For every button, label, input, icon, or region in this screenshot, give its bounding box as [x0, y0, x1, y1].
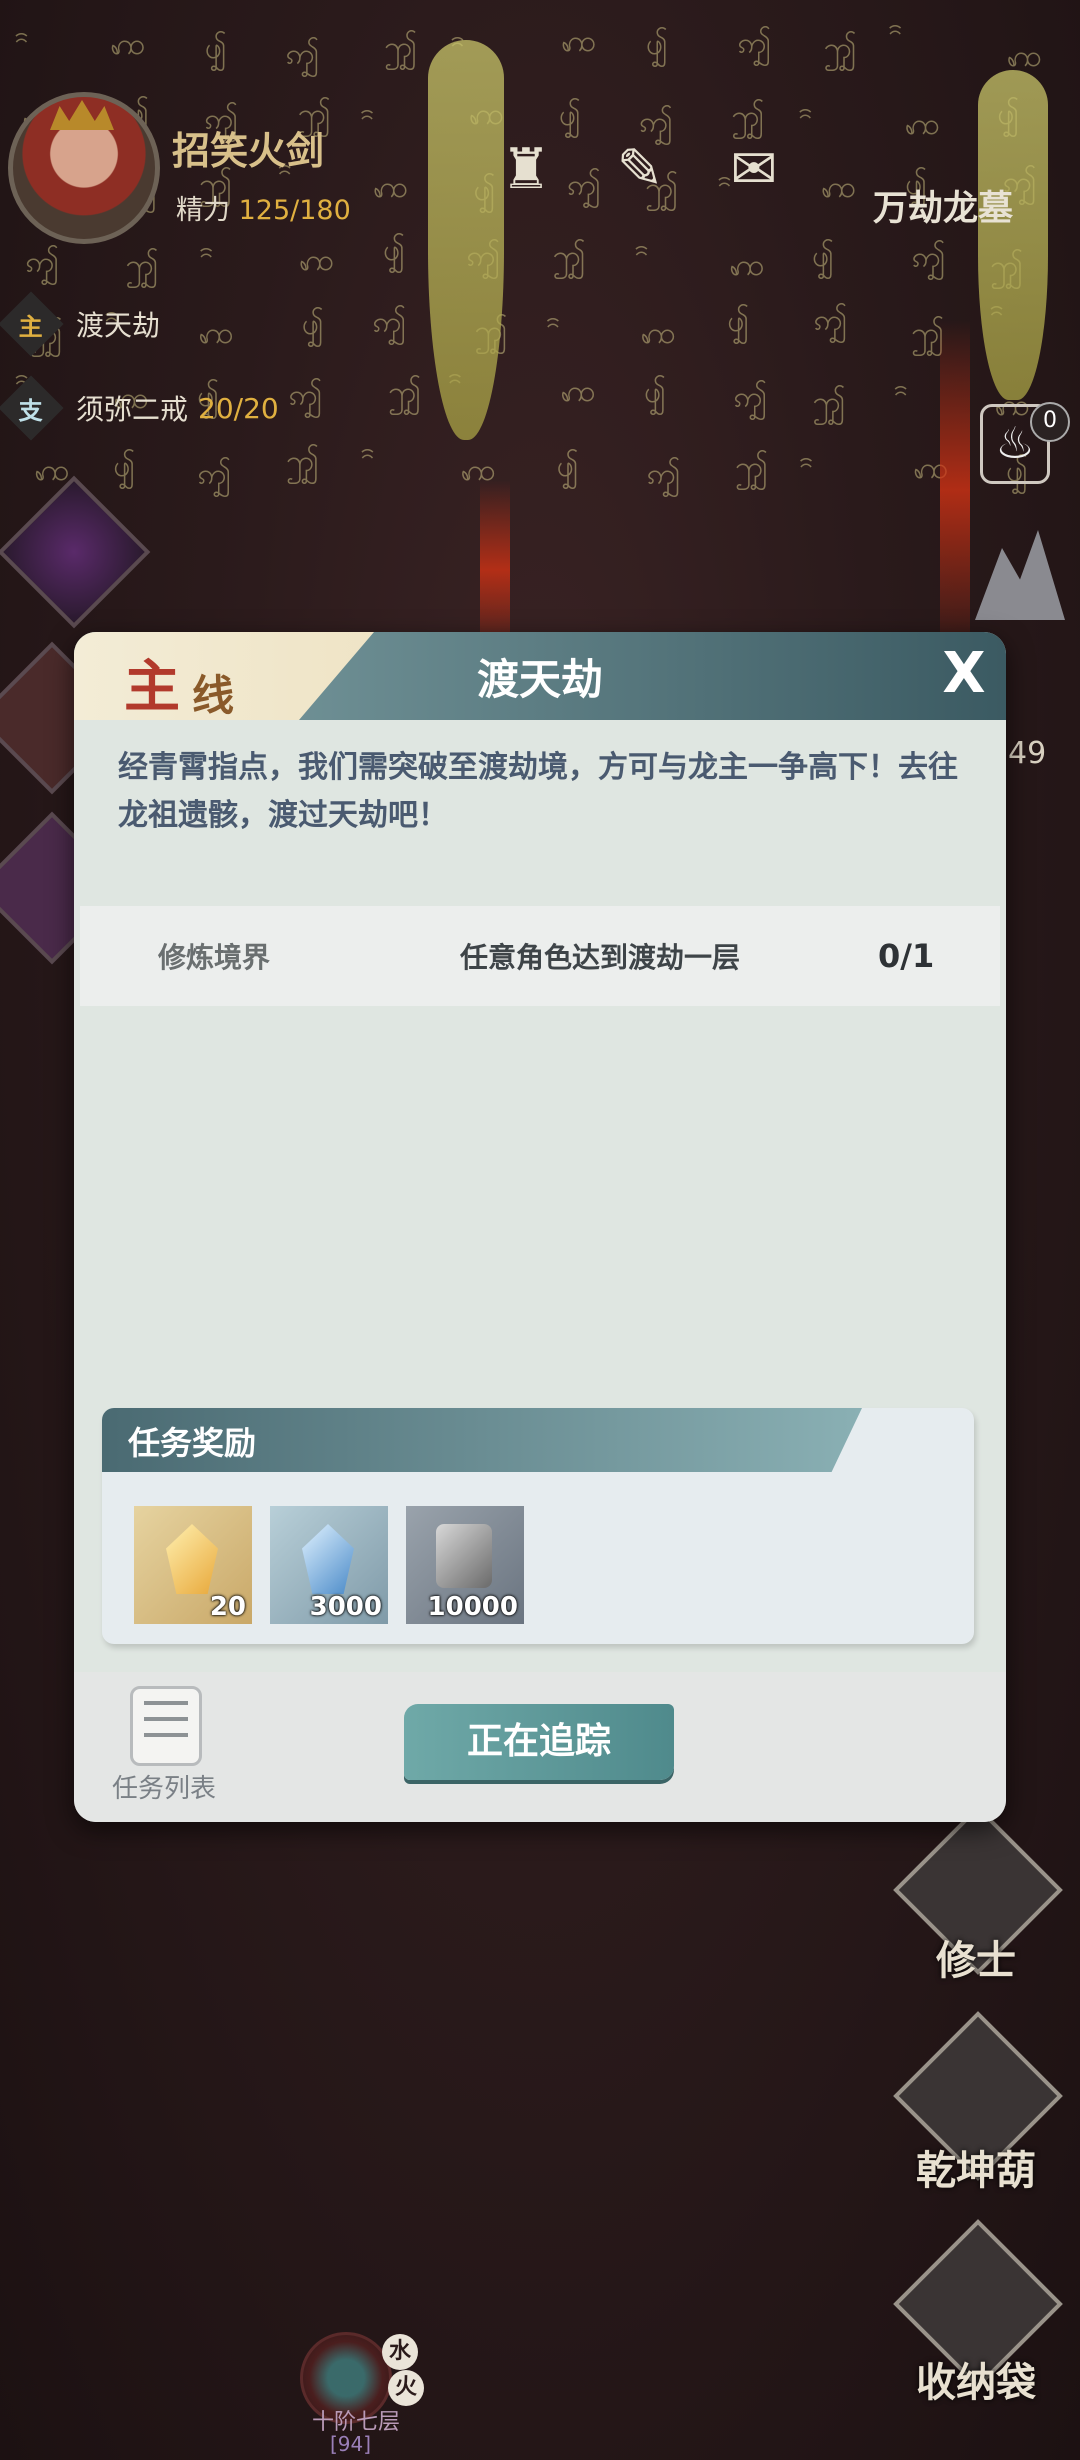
background-rune: ꩲ	[372, 169, 409, 205]
water-element-badge: 水	[382, 2334, 418, 2370]
reward-item[interactable]: 10000	[406, 1506, 524, 1624]
condition-category: 修炼境界	[158, 941, 271, 974]
background-rune: ꩵ	[372, 305, 406, 341]
background-rune: ꩲ	[640, 316, 676, 352]
background-rune: ꩴ	[204, 31, 227, 67]
condition-progress: 0/1	[878, 937, 935, 975]
task-list-label[interactable]: 任务列表	[112, 1768, 216, 1805]
background-rune: ꩵ	[737, 25, 771, 61]
background-rune: ꩶ	[285, 444, 320, 480]
background-rune: ꩵ	[288, 377, 322, 413]
scroll-map-icon[interactable]: ✎	[604, 130, 676, 210]
player-name: 招笑火剑	[172, 129, 325, 173]
main-quest-tag: 主	[0, 291, 64, 357]
background-rune: ꩲ	[298, 243, 335, 279]
cultivator-label[interactable]: 修士	[936, 1928, 1016, 1986]
scroll-bundle-icon[interactable]: ✉	[718, 130, 790, 210]
background-rune: ꩴ	[113, 448, 136, 484]
reward-panel: 任务奖励 20 3000 10000	[102, 1408, 974, 1644]
background-rune: ꩲ	[904, 107, 941, 143]
background-rune: ꩶ	[812, 385, 846, 421]
background-rune: ꩲ	[198, 315, 234, 351]
tracking-button[interactable]: 正在追踪	[404, 1704, 674, 1780]
background-rune: ꩶ	[552, 239, 586, 275]
quest-name: 须弥二戒	[76, 393, 189, 426]
dialog-title: 渡天劫	[476, 655, 603, 704]
bell-tower-icon[interactable]: ♜	[490, 130, 562, 210]
quest-description: 经青霄指点，我们需突破至渡劫境，方可与龙主一争高下！去往龙祖遗骸，渡过天劫吧！	[118, 750, 958, 833]
background-rune: ꩶ	[734, 449, 768, 485]
partial-counter: 49	[1008, 736, 1047, 771]
background-rune: ꩵ	[646, 457, 680, 493]
quest-condition-row: 修炼境界 任意角色达到渡劫一层 0/1	[80, 906, 1000, 1006]
task-list-icon[interactable]	[130, 1686, 202, 1766]
background-rune: ꩴ	[383, 233, 406, 269]
quest-name: 渡天劫	[76, 309, 161, 342]
energy-value: 125/180	[238, 195, 351, 226]
fire-element-badge: 火	[388, 2370, 424, 2406]
reward-count: 3000	[309, 1592, 382, 1622]
gold-crystal-icon	[166, 1524, 218, 1594]
background-rune: ꩶ	[383, 29, 418, 65]
reward-count: 20	[209, 1592, 246, 1622]
background-rune: ꩴ	[645, 26, 668, 62]
realm-level: [94]	[330, 2432, 372, 2456]
background-rune: ꩲ	[821, 170, 857, 206]
background-rune: ꩴ	[301, 307, 324, 343]
background-rune: ꩵ	[911, 240, 945, 276]
scroll-icon	[436, 1524, 492, 1588]
blue-crystal-icon	[302, 1524, 354, 1594]
background-rune: ꩵ	[813, 303, 847, 339]
quest-tracker-side[interactable]: 支 须弥二戒 20/20	[0, 375, 279, 441]
background-rune: ꩴ	[727, 303, 750, 339]
background-rune: ꩲ	[110, 26, 146, 62]
reward-title: 任务奖励	[128, 1424, 257, 1462]
background-rune: ꩴ	[812, 238, 835, 274]
background-rune: ꩵ	[197, 457, 231, 493]
energy-display: 精力 125/180	[176, 188, 351, 227]
quest-progress: 20/20	[198, 391, 279, 425]
background-rune: ꩴ	[558, 98, 581, 134]
reward-item[interactable]: 20	[134, 1506, 252, 1624]
condition-requirement: 任意角色达到渡劫一层	[460, 941, 741, 974]
background-rune: ꩶ	[125, 248, 159, 284]
background-rune: ꩶ	[387, 375, 422, 411]
close-button[interactable]: X	[934, 644, 994, 704]
gourd-label[interactable]: 乾坤葫	[916, 2138, 1036, 2196]
hanging-banner-left	[428, 40, 504, 440]
background-rune: ꩵ	[25, 245, 59, 281]
hanging-banner-right	[978, 70, 1048, 400]
quest-dialog: 主 线 渡天劫 X 经青霄指点，我们需突破至渡劫境，方可与龙主一争高下！去往龙祖…	[74, 632, 1006, 1822]
background-rune: ꩵ	[733, 379, 767, 415]
notification-badge: 0	[1030, 402, 1070, 442]
demon-mask-icon[interactable]	[0, 475, 151, 629]
mountain-icon[interactable]	[975, 530, 1065, 620]
red-trail	[940, 320, 970, 660]
location-name[interactable]: 万劫龙墓	[873, 180, 1013, 231]
background-rune: ꩴ	[556, 449, 579, 485]
storage-bag-label[interactable]: 收纳袋	[916, 2350, 1036, 2408]
energy-label: 精力	[176, 195, 230, 226]
background-rune: ꩶ	[823, 30, 857, 66]
quest-tracker-main[interactable]: 主 渡天劫	[0, 291, 161, 357]
background-rune: ꩵ	[567, 168, 600, 204]
background-rune: ꩴ	[644, 374, 667, 410]
background-rune: ꩲ	[560, 374, 596, 410]
background-rune: ꩲ	[561, 24, 597, 60]
reward-count: 10000	[427, 1592, 518, 1622]
background-rune: ꩵ	[285, 37, 319, 73]
side-quest-tag: 支	[0, 375, 64, 441]
background-rune: ꩲ	[729, 248, 765, 284]
reward-item[interactable]: 3000	[270, 1506, 388, 1624]
